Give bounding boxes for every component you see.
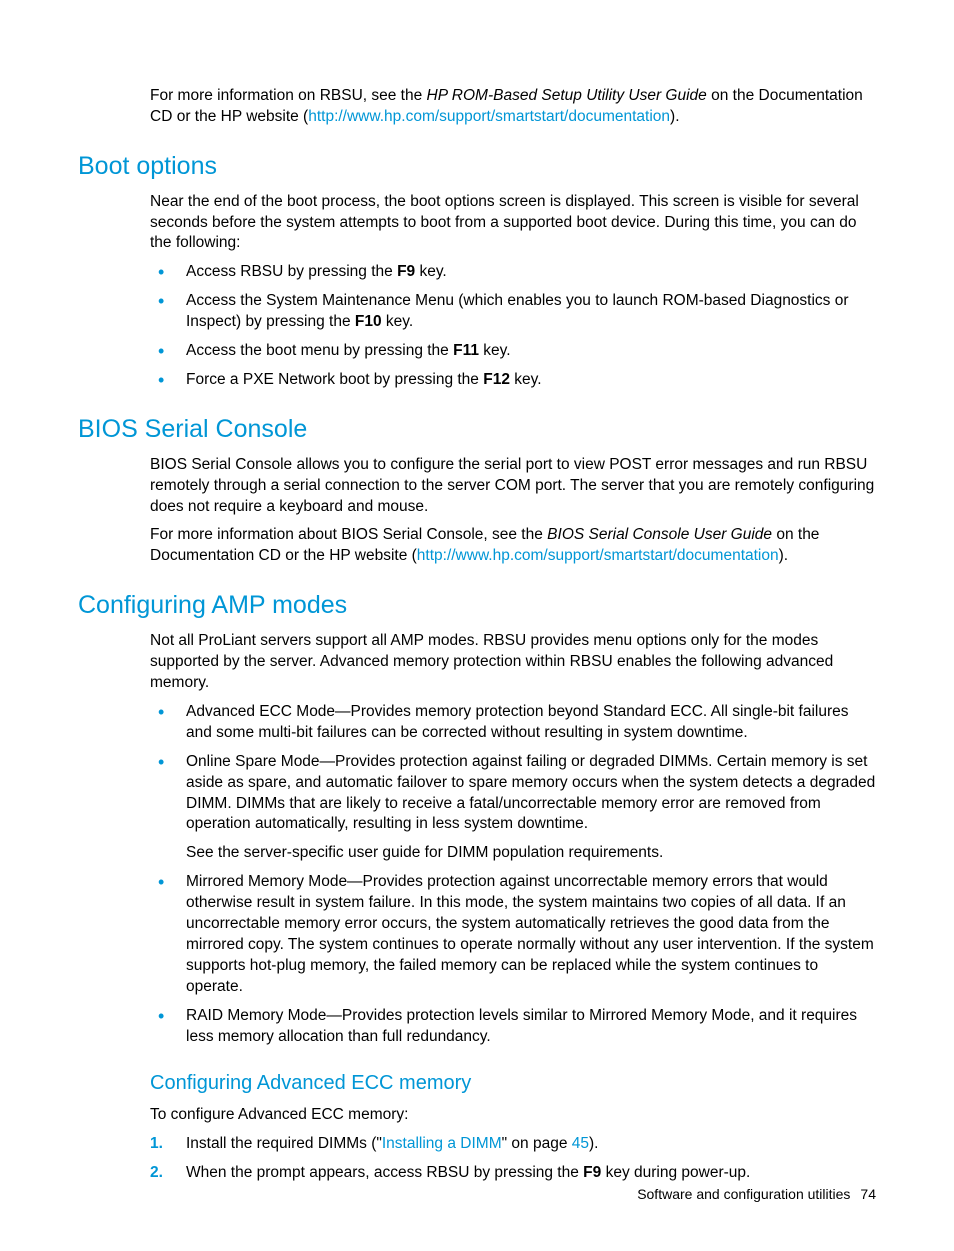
text: For more information about BIOS Serial C…: [150, 526, 547, 543]
text: ).: [589, 1135, 598, 1152]
page-footer: Software and configuration utilities 74: [637, 1185, 876, 1204]
text: ).: [779, 547, 788, 564]
key-f10: F10: [355, 313, 382, 330]
text: When the prompt appears, access RBSU by …: [186, 1164, 583, 1181]
bios-paragraph-1: BIOS Serial Console allows you to config…: [150, 455, 876, 518]
heading-bios-serial-console: BIOS Serial Console: [78, 413, 876, 447]
list-item: Mirrored Memory Mode—Provides protection…: [150, 872, 876, 998]
footer-page-number: 74: [860, 1186, 876, 1202]
ecc-steps: Install the required DIMMs ("Installing …: [150, 1134, 876, 1184]
text: Online Spare Mode—Provides protection ag…: [186, 753, 875, 833]
amp-modes-list: Advanced ECC Mode—Provides memory protec…: [150, 702, 876, 1048]
list-item: Online Spare Mode—Provides protection ag…: [150, 752, 876, 865]
key-f11: F11: [453, 342, 479, 359]
hp-website-link[interactable]: http://www.hp.com/support/smartstart/doc…: [308, 108, 670, 125]
text: Access RBSU by pressing the: [186, 263, 397, 280]
key-f9: F9: [397, 263, 415, 280]
step-item: When the prompt appears, access RBSU by …: [150, 1163, 876, 1184]
list-item: RAID Memory Mode—Provides protection lev…: [150, 1006, 876, 1048]
text: Access the boot menu by pressing the: [186, 342, 453, 359]
list-item-sub: See the server-specific user guide for D…: [186, 843, 876, 864]
text: Access the System Maintenance Menu (whic…: [186, 292, 849, 330]
intro-paragraph: For more information on RBSU, see the HP…: [150, 86, 876, 128]
text: key during power-up.: [601, 1164, 750, 1181]
amp-intro: Not all ProLiant servers support all AMP…: [150, 631, 876, 694]
boot-options-list: Access RBSU by pressing the F9 key. Acce…: [150, 262, 876, 391]
footer-section: Software and configuration utilities: [637, 1186, 850, 1202]
text: ).: [670, 108, 679, 125]
text: Force a PXE Network boot by pressing the: [186, 371, 483, 388]
installing-dimm-link[interactable]: Installing a DIMM: [382, 1135, 502, 1152]
text: " on page: [502, 1135, 572, 1152]
list-item: Force a PXE Network boot by pressing the…: [150, 370, 876, 391]
key-f12: F12: [483, 371, 510, 388]
step-item: Install the required DIMMs ("Installing …: [150, 1134, 876, 1155]
key-f9: F9: [583, 1164, 601, 1181]
list-item: Access RBSU by pressing the F9 key.: [150, 262, 876, 283]
heading-configuring-amp-modes: Configuring AMP modes: [78, 589, 876, 623]
heading-configuring-advanced-ecc: Configuring Advanced ECC memory: [150, 1070, 876, 1097]
bios-paragraph-2: For more information about BIOS Serial C…: [150, 525, 876, 567]
list-item: Advanced ECC Mode—Provides memory protec…: [150, 702, 876, 744]
text: Install the required DIMMs (": [186, 1135, 382, 1152]
heading-boot-options: Boot options: [78, 150, 876, 184]
list-item: Access the System Maintenance Menu (whic…: [150, 291, 876, 333]
boot-options-intro: Near the end of the boot process, the bo…: [150, 192, 876, 255]
ecc-intro: To configure Advanced ECC memory:: [150, 1105, 876, 1126]
list-item: Access the boot menu by pressing the F11…: [150, 341, 876, 362]
text: key.: [479, 342, 511, 359]
hp-website-link[interactable]: http://www.hp.com/support/smartstart/doc…: [417, 547, 779, 564]
text: key.: [382, 313, 414, 330]
text: key.: [510, 371, 542, 388]
page-ref-link[interactable]: 45: [572, 1135, 589, 1152]
text: key.: [415, 263, 447, 280]
text: For more information on RBSU, see the: [150, 87, 427, 104]
doc-title: HP ROM-Based Setup Utility User Guide: [427, 87, 707, 104]
doc-title: BIOS Serial Console User Guide: [547, 526, 772, 543]
